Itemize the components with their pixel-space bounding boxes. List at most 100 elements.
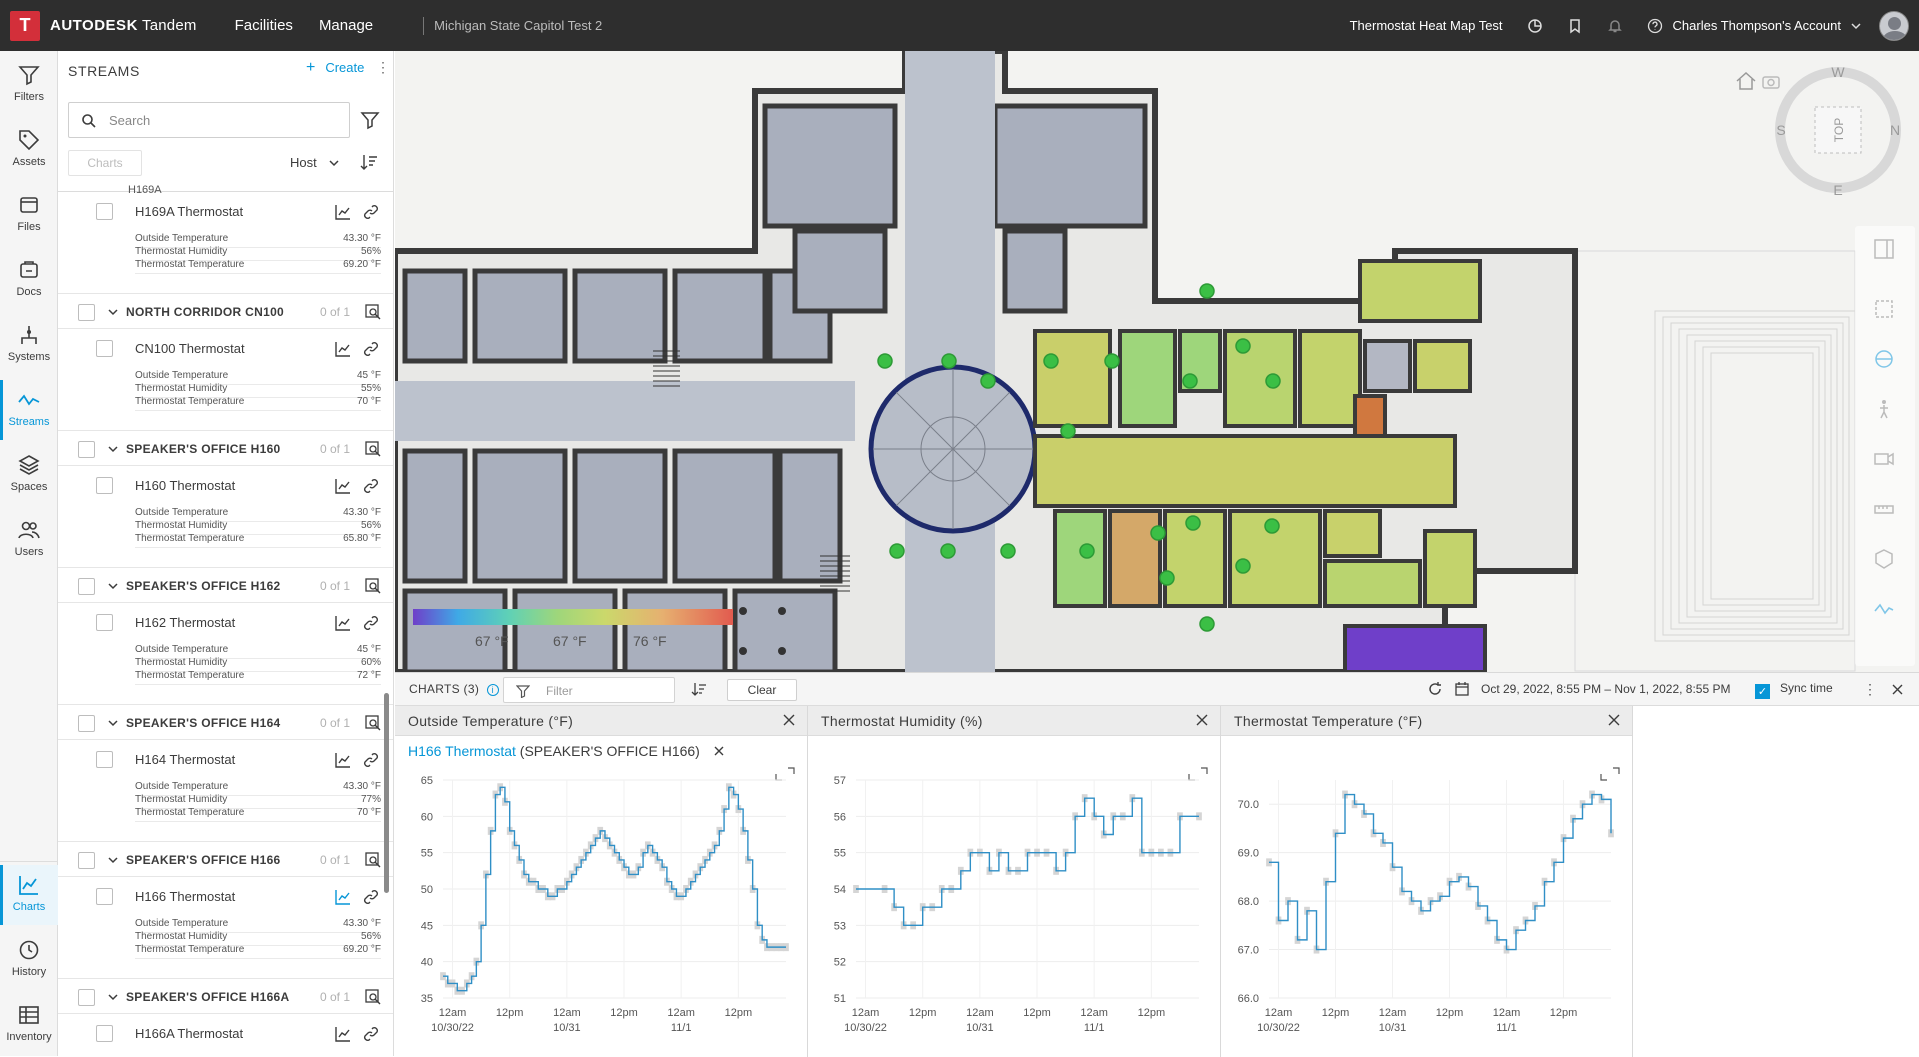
rail-spaces[interactable]: Spaces: [0, 445, 58, 505]
stream-item[interactable]: H162 Thermostat Outside Temperature 45 °…: [58, 603, 393, 693]
group-checkbox[interactable]: [78, 441, 95, 458]
link-icon[interactable]: [362, 614, 380, 632]
walk-icon[interactable]: [1873, 398, 1895, 420]
group-row[interactable]: SPEAKER'S OFFICE H164 0 of 1: [58, 704, 393, 740]
date-range[interactable]: Oct 29, 2022, 8:55 PM – Nov 1, 2022, 8:5…: [1481, 682, 1730, 696]
nav-manage[interactable]: Manage: [319, 17, 373, 34]
stream-item[interactable]: H160 Thermostat Outside Temperature 43.3…: [58, 466, 393, 556]
chart-filter-input[interactable]: Filter: [503, 677, 675, 703]
line-chart[interactable]: 51 52 53 54 55 56 57 12am 10/30/22 12pm 12am 10/31 1…: [808, 766, 1221, 1056]
more-options-icon[interactable]: ⋮: [1863, 681, 1877, 698]
sort-icon[interactable]: [691, 681, 707, 697]
rail-charts[interactable]: Charts: [0, 865, 58, 925]
expand-icon[interactable]: [1600, 767, 1620, 781]
rail-filters[interactable]: Filters: [0, 55, 58, 115]
refresh-icon[interactable]: [1427, 681, 1443, 697]
group-checkbox[interactable]: [78, 578, 95, 595]
clear-button[interactable]: Clear: [727, 679, 797, 701]
rail-assets[interactable]: Assets: [0, 120, 58, 180]
views-icon[interactable]: [1527, 18, 1543, 34]
group-row[interactable]: SPEAKER'S OFFICE H162 0 of 1: [58, 567, 393, 603]
chart-card[interactable]: Thermostat Humidity (%) 51 52 53 54 55 56 57 12…: [808, 706, 1221, 1057]
chart-icon[interactable]: [334, 614, 352, 632]
line-chart[interactable]: 35 40 45 50 55 60 65 12am 10/30/22 12pm 12am 10/31 1…: [395, 766, 808, 1056]
rail-users[interactable]: Users: [0, 510, 58, 570]
view-cube-top[interactable]: TOP: [1832, 118, 1846, 142]
rail-systems[interactable]: Systems: [0, 315, 58, 375]
model-browser-icon[interactable]: [1873, 548, 1895, 570]
chevron-down-icon[interactable]: [108, 581, 118, 591]
group-row[interactable]: NORTH CORRIDOR CN100 0 of 1: [58, 293, 393, 329]
create-button[interactable]: + Create: [306, 59, 364, 77]
close-icon[interactable]: [1608, 714, 1620, 726]
link-icon[interactable]: [362, 340, 380, 358]
stream-item[interactable]: H169A Thermostat Outside Temperature 43.…: [58, 192, 393, 282]
stream-item[interactable]: CN100 Thermostat Outside Temperature 45 …: [58, 329, 393, 419]
chart-icon[interactable]: [334, 1025, 352, 1043]
chart-icon[interactable]: [334, 477, 352, 495]
rail-docs[interactable]: Docs: [0, 250, 58, 310]
stream-checkbox[interactable]: [96, 477, 113, 494]
close-icon[interactable]: [1196, 714, 1208, 726]
stream-item[interactable]: H166A Thermostat: [58, 1014, 393, 1056]
chart-card[interactable]: Thermostat Temperature (°F) 66.0 67.0 68.0…: [1221, 706, 1633, 1057]
nav-facilities[interactable]: Facilities: [235, 17, 293, 34]
measure-icon[interactable]: [1873, 498, 1895, 520]
link-icon[interactable]: [362, 477, 380, 495]
stream-item[interactable]: H164 Thermostat Outside Temperature 43.3…: [58, 740, 393, 830]
close-icon[interactable]: [714, 746, 724, 756]
expand-icon[interactable]: [775, 767, 795, 781]
rail-streams[interactable]: Streams: [0, 380, 58, 440]
chevron-down-icon[interactable]: [1851, 21, 1861, 31]
group-checkbox[interactable]: [78, 989, 95, 1006]
link-icon[interactable]: [362, 888, 380, 906]
series-line[interactable]: [1269, 793, 1612, 951]
zoom-to-icon[interactable]: [364, 577, 382, 595]
bell-icon[interactable]: [1607, 18, 1623, 34]
chevron-down-icon[interactable]: [108, 307, 118, 317]
chart-icon[interactable]: [334, 888, 352, 906]
link-icon[interactable]: [362, 1025, 380, 1043]
stream-checkbox[interactable]: [96, 751, 113, 768]
expand-icon[interactable]: [1188, 767, 1208, 781]
floor-plan-viewer[interactable]: 67 °F 67 °F 76 °F TOP N S E W: [395, 51, 1919, 672]
search-input[interactable]: Search: [68, 102, 350, 138]
series-line[interactable]: [856, 797, 1199, 927]
streams-overlay-icon[interactable]: [1873, 598, 1895, 620]
stream-item[interactable]: H166 Thermostat Outside Temperature 43.3…: [58, 877, 393, 967]
group-checkbox[interactable]: [78, 715, 95, 732]
account-name[interactable]: Charles Thompson's Account: [1673, 18, 1841, 33]
group-checkbox[interactable]: [78, 304, 95, 321]
link-icon[interactable]: [362, 203, 380, 221]
chart-icon[interactable]: [334, 203, 352, 221]
scrollbar[interactable]: [384, 693, 389, 893]
calendar-icon[interactable]: [1454, 681, 1470, 697]
group-row[interactable]: SPEAKER'S OFFICE H166A 0 of 1: [58, 978, 393, 1014]
stream-checkbox[interactable]: [96, 340, 113, 357]
stream-checkbox[interactable]: [96, 203, 113, 220]
chart-card[interactable]: Outside Temperature (°F) H166 Thermostat…: [395, 706, 808, 1057]
rail-history[interactable]: History: [0, 930, 58, 990]
section-box-icon[interactable]: [1873, 298, 1895, 320]
project-name[interactable]: Michigan State Capitol Test 2: [434, 18, 602, 33]
group-by-select[interactable]: Host: [290, 155, 339, 170]
zoom-to-icon[interactable]: [364, 988, 382, 1006]
charts-button[interactable]: Charts: [68, 150, 142, 176]
stream-checkbox[interactable]: [96, 614, 113, 631]
zoom-to-icon[interactable]: [364, 851, 382, 869]
stream-checkbox[interactable]: [96, 888, 113, 905]
chevron-down-icon[interactable]: [108, 992, 118, 1002]
home-icon[interactable]: [1735, 71, 1757, 91]
stream-checkbox[interactable]: [96, 1025, 113, 1042]
chart-icon[interactable]: [334, 751, 352, 769]
sort-icon[interactable]: [360, 153, 378, 171]
more-options-icon[interactable]: ⋮: [376, 59, 390, 76]
orbit-icon[interactable]: [1873, 348, 1895, 370]
avatar[interactable]: [1879, 10, 1909, 41]
rail-files[interactable]: Files: [0, 185, 58, 245]
group-row[interactable]: SPEAKER'S OFFICE H160 0 of 1: [58, 430, 393, 466]
camera-view-icon[interactable]: [1873, 448, 1895, 470]
chevron-down-icon[interactable]: [108, 444, 118, 454]
help-icon[interactable]: [1647, 18, 1663, 34]
zoom-to-icon[interactable]: [364, 303, 382, 321]
